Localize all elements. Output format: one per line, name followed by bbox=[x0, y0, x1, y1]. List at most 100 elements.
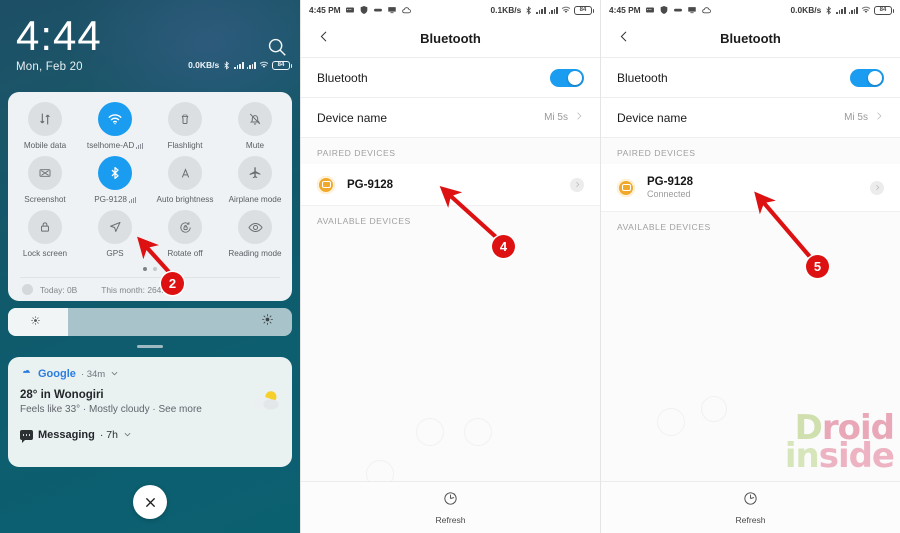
app-bar: Bluetooth bbox=[301, 20, 600, 58]
mobile-data-icon bbox=[28, 102, 62, 136]
shield-icon bbox=[359, 5, 369, 15]
status-bar-left: 4:45 PM bbox=[309, 5, 412, 16]
chevron-down-icon[interactable] bbox=[123, 430, 132, 441]
bluetooth-toggle-row[interactable]: Bluetooth bbox=[601, 58, 900, 98]
quick-settings-tile-airplane-mode[interactable]: Airplane mode bbox=[220, 156, 290, 204]
status-time: 4:45 PM bbox=[609, 5, 641, 15]
row-label: Bluetooth bbox=[617, 70, 668, 85]
quick-settings-tile-mute[interactable]: Mute bbox=[220, 102, 290, 150]
tile-label: Airplane mode bbox=[228, 195, 282, 204]
bluetooth-toggle[interactable] bbox=[550, 68, 584, 87]
quick-settings-page-dots[interactable] bbox=[10, 267, 290, 271]
device-name-row[interactable]: Device name Mi 5s bbox=[601, 98, 900, 138]
quick-settings-grid: Mobile data tselhome-AD Flashlight Mute … bbox=[10, 102, 290, 258]
quick-settings-tile-wifi[interactable]: tselhome-AD bbox=[80, 102, 150, 150]
lockscreen-status-bar: 0.0KB/s 84 bbox=[188, 60, 292, 70]
device-text: PG-9128 Connected bbox=[647, 176, 858, 199]
eye-icon bbox=[238, 210, 272, 244]
notification-source: Google bbox=[38, 368, 76, 380]
brightness-slider[interactable] bbox=[8, 308, 292, 336]
quick-settings-tile-rotate-off[interactable]: Rotate off bbox=[150, 210, 220, 258]
data-usage-row[interactable]: Today: 0B This month: 264.8MB bbox=[20, 277, 280, 297]
quick-settings-tile-reading-mode[interactable]: Reading mode bbox=[220, 210, 290, 258]
notification-header-messaging[interactable]: Messaging · 7h bbox=[20, 429, 280, 443]
lockscreen-clock: 4:44 bbox=[16, 12, 102, 59]
tile-label-bluetooth: PG-9128 bbox=[94, 195, 136, 204]
back-button[interactable] bbox=[617, 29, 631, 48]
bluetooth-toggle-row[interactable]: Bluetooth bbox=[301, 58, 600, 98]
device-name: PG-9128 bbox=[647, 176, 694, 188]
flashlight-icon bbox=[168, 102, 202, 136]
notification-header-google: Google · 34m bbox=[20, 367, 280, 381]
tile-label-wifi: tselhome-AD bbox=[87, 141, 144, 150]
battery-percent-text: 84 bbox=[579, 7, 587, 13]
weather-icon bbox=[248, 389, 279, 411]
watermark-line1-a: D bbox=[794, 408, 823, 449]
quick-settings-tile-auto-brightness[interactable]: Auto brightness bbox=[150, 156, 220, 204]
capsule-icon bbox=[373, 5, 383, 15]
network-speed-text: 0.1KB/s bbox=[490, 5, 522, 15]
tile-label: Auto brightness bbox=[156, 195, 214, 204]
tile-label: Flashlight bbox=[167, 141, 203, 150]
page-title: Bluetooth bbox=[420, 31, 481, 46]
messaging-icon bbox=[345, 5, 355, 15]
watermark-line1-b: roid bbox=[821, 408, 895, 449]
device-name-row[interactable]: Device name Mi 5s bbox=[301, 98, 600, 138]
quick-settings-tile-screenshot[interactable]: Screenshot bbox=[10, 156, 80, 204]
status-bar: 4:45 PM 0.1KB/s 84 bbox=[301, 0, 600, 20]
chevron-down-icon[interactable] bbox=[110, 369, 119, 380]
search-icon[interactable] bbox=[266, 36, 288, 58]
decorative-circle bbox=[416, 418, 444, 446]
battery-icon: 84 bbox=[272, 60, 292, 70]
screenshot-icon bbox=[28, 156, 62, 190]
refresh-icon bbox=[742, 490, 759, 512]
section-header-paired: PAIRED DEVICES bbox=[601, 138, 900, 164]
device-settings-chevron-icon[interactable] bbox=[870, 180, 884, 195]
device-text: PG-9128 bbox=[347, 179, 558, 191]
device-settings-chevron-icon[interactable] bbox=[570, 177, 584, 192]
gps-arrow-icon bbox=[98, 210, 132, 244]
quick-settings-card: Mobile data tselhome-AD Flashlight Mute … bbox=[8, 92, 292, 301]
gamepad-device-icon bbox=[317, 175, 335, 194]
bluetooth-toggle[interactable] bbox=[850, 68, 884, 87]
quick-settings-tile-lock-screen[interactable]: Lock screen bbox=[10, 210, 80, 258]
watermark: Droid inside bbox=[785, 411, 895, 473]
wifi-icon bbox=[861, 5, 871, 15]
row-label: Bluetooth bbox=[317, 70, 368, 85]
cloud-icon bbox=[401, 5, 412, 16]
row-label: Device name bbox=[317, 110, 388, 125]
bluetooth-icon bbox=[222, 60, 231, 70]
status-bar: 4:45 PM 0.0KB/s 84 bbox=[601, 0, 900, 20]
notification-title: 28° in Wonogiri bbox=[20, 389, 104, 401]
status-bar-right: 0.1KB/s 84 bbox=[490, 5, 594, 15]
quick-settings-tile-gps[interactable]: GPS bbox=[80, 210, 150, 258]
refresh-label: Refresh bbox=[735, 515, 766, 525]
row-label: Device name bbox=[617, 110, 688, 125]
quick-settings-tile-mobile-data[interactable]: Mobile data bbox=[10, 102, 80, 150]
tile-signal-icon bbox=[136, 142, 144, 149]
section-header-available: AVAILABLE DEVICES bbox=[601, 212, 900, 238]
messaging-icon bbox=[20, 430, 33, 443]
bottom-action-bar[interactable]: Refresh bbox=[301, 481, 600, 533]
quick-settings-tile-bluetooth[interactable]: PG-9128 bbox=[80, 156, 150, 204]
paired-device-pg9128-connected[interactable]: PG-9128 Connected bbox=[601, 164, 900, 212]
notification-card[interactable]: Google · 34m 28° in Wonogiri Feels like … bbox=[8, 357, 292, 467]
tile-label: GPS bbox=[106, 249, 124, 258]
tile-signal-icon bbox=[128, 196, 136, 203]
paired-device-pg9128[interactable]: PG-9128 bbox=[301, 164, 600, 206]
wifi-icon bbox=[98, 102, 132, 136]
notification-time: · 34m bbox=[80, 368, 106, 380]
shield-icon bbox=[659, 5, 669, 15]
bottom-action-bar[interactable]: Refresh bbox=[601, 481, 900, 533]
quick-settings-tile-flashlight[interactable]: Flashlight bbox=[150, 102, 220, 150]
watermark-line1: Droid bbox=[785, 411, 895, 445]
messaging-icon bbox=[645, 5, 655, 15]
watermark-line2-a: in bbox=[784, 436, 820, 477]
clear-all-notifications-button[interactable] bbox=[133, 485, 167, 519]
app-bar: Bluetooth bbox=[601, 20, 900, 58]
shade-drag-handle[interactable] bbox=[137, 345, 163, 348]
bluetooth-icon bbox=[824, 5, 833, 15]
decorative-circle bbox=[657, 408, 685, 436]
section-header-available: AVAILABLE DEVICES bbox=[301, 206, 600, 232]
back-button[interactable] bbox=[317, 29, 331, 48]
